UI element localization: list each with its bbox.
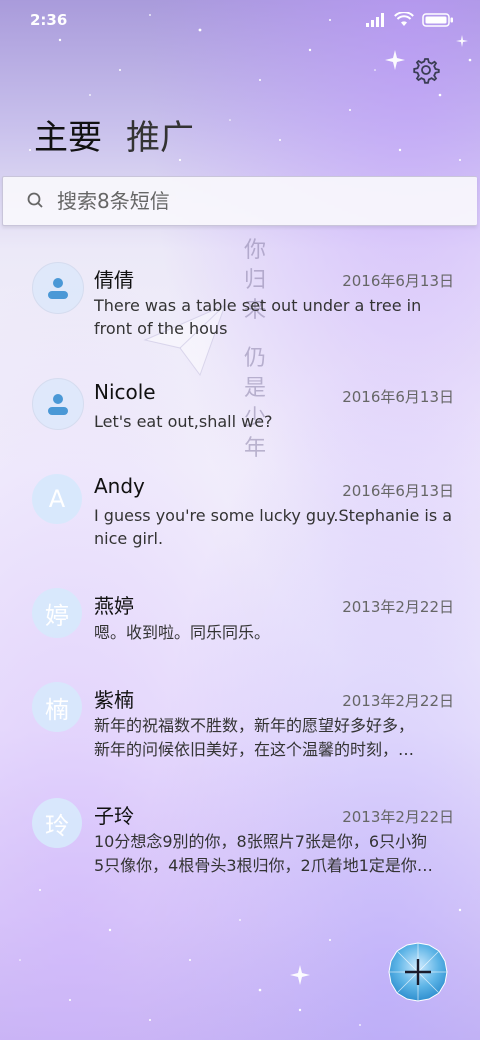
- contact-name: 倩倩: [94, 268, 134, 292]
- message-preview: I guess you're some lucky guy.Stephanie …: [94, 506, 453, 548]
- message-date: 2013年2月22日: [342, 598, 454, 616]
- avatar: 楠: [32, 682, 82, 732]
- message-date: 2013年2月22日: [342, 692, 454, 710]
- contact-name: 子玲: [94, 804, 134, 828]
- search-icon: [27, 192, 43, 208]
- conversation-item[interactable]: 婷 燕婷 2013年2月22日 嗯。收到啦。同乐同乐。: [0, 588, 480, 658]
- avatar: 婷: [32, 588, 82, 638]
- contact-person-icon: [48, 394, 68, 415]
- compose-button[interactable]: [388, 942, 448, 1002]
- signal-icon: [366, 12, 384, 27]
- search-bar[interactable]: [2, 176, 477, 226]
- search-input[interactable]: [55, 188, 439, 214]
- contact-person-icon: [48, 278, 68, 299]
- message-preview-line: 10分想念9別的你，8张照片7张是你，6只小狗: [94, 832, 428, 851]
- message-preview-line: 5只像你，4根骨头3根归你，2爪着地1定是你…: [94, 856, 433, 875]
- status-time: 2:36: [30, 11, 68, 29]
- message-preview: Let's eat out,shall we?: [94, 412, 273, 431]
- tab-promotions[interactable]: 推广: [126, 110, 194, 159]
- message-date: 2016年6月13日: [342, 272, 454, 290]
- contact-name: Andy: [94, 474, 145, 498]
- message-date: 2013年2月22日: [342, 808, 454, 826]
- conversation-item[interactable]: 倩倩 2016年6月13日 There was a table set out …: [0, 260, 480, 360]
- conversation-item[interactable]: Nicole 2016年6月13日 Let's eat out,shall we…: [0, 378, 480, 448]
- header-tabs: 主要 推广: [34, 110, 194, 159]
- avatar: [32, 378, 84, 430]
- message-preview: 嗯。收到啦。同乐同乐。: [94, 623, 271, 642]
- settings-gear-icon[interactable]: [412, 56, 440, 84]
- contact-name: 紫楠: [94, 688, 134, 712]
- message-preview-line: 新年的问候依旧美好，在这个温馨的时刻，…: [94, 740, 415, 759]
- avatar: 玲: [32, 798, 82, 848]
- battery-icon: [422, 12, 453, 27]
- contact-name: 燕婷: [94, 594, 134, 618]
- conversation-item[interactable]: 楠 紫楠 2013年2月22日 新年的祝福数不胜数，新年的愿望好多好多， 新年的…: [0, 682, 480, 772]
- status-bar: 2:36: [0, 8, 480, 34]
- avatar: [32, 262, 84, 314]
- message-date: 2016年6月13日: [342, 482, 454, 500]
- wifi-icon: [394, 12, 414, 26]
- message-preview-line: 新年的祝福数不胜数，新年的愿望好多好多，: [94, 716, 415, 735]
- conversation-item[interactable]: A Andy 2016年6月13日 I guess you're some lu…: [0, 472, 480, 562]
- conversation-item[interactable]: 玲 子玲 2013年2月22日 10分想念9別的你，8张照片7张是你，6只小狗 …: [0, 798, 480, 888]
- contact-name: Nicole: [94, 380, 156, 404]
- avatar: A: [32, 474, 82, 524]
- message-date: 2016年6月13日: [342, 388, 454, 406]
- tab-primary[interactable]: 主要: [34, 110, 102, 159]
- status-icons: [366, 12, 454, 27]
- message-preview: There was a table set out under a tree i…: [94, 296, 422, 338]
